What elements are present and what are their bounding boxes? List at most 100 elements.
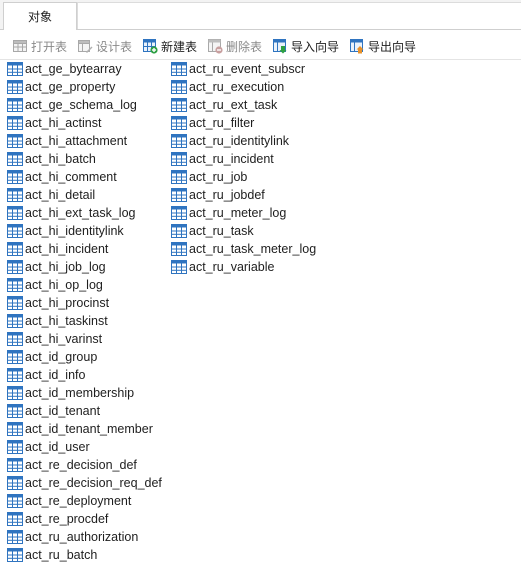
table-icon	[171, 206, 187, 220]
table-icon	[171, 62, 187, 76]
table-item[interactable]: act_re_decision_req_def	[7, 474, 162, 492]
table-icon	[7, 350, 23, 364]
table-item[interactable]: act_hi_batch	[7, 150, 162, 168]
table-item[interactable]: act_ru_task_meter_log	[171, 240, 316, 258]
new-table-button[interactable]: 新建表	[142, 37, 197, 55]
table-item-label: act_re_procdef	[25, 512, 109, 526]
table-item[interactable]: act_ge_bytearray	[7, 60, 162, 78]
table-item-label: act_hi_op_log	[25, 278, 103, 292]
table-item[interactable]: act_re_deployment	[7, 492, 162, 510]
table-item[interactable]: act_hi_comment	[7, 168, 162, 186]
table-item-label: act_ru_event_subscr	[189, 62, 306, 76]
table-item[interactable]: act_ru_event_subscr	[171, 60, 316, 78]
table-item-label: act_ru_ext_task	[189, 98, 278, 112]
table-item[interactable]: act_ru_variable	[171, 258, 316, 276]
design-table-label: 设计表	[96, 39, 133, 54]
table-item[interactable]: act_ru_job	[171, 168, 316, 186]
table-item[interactable]: act_ge_schema_log	[7, 96, 162, 114]
table-item-label: act_ru_identitylink	[189, 134, 290, 148]
table-item-label: act_hi_actinst	[25, 116, 102, 130]
table-icon	[171, 260, 187, 274]
table-item[interactable]: act_hi_actinst	[7, 114, 162, 132]
table-icon	[7, 224, 23, 238]
table-icon	[7, 80, 23, 94]
table-icon	[7, 206, 23, 220]
table-item[interactable]: act_ru_jobdef	[171, 186, 316, 204]
table-item[interactable]: act_ru_task	[171, 222, 316, 240]
design-table-button[interactable]: 设计表	[77, 37, 132, 55]
table-item[interactable]: act_hi_job_log	[7, 258, 162, 276]
delete-table-button[interactable]: 删除表	[207, 37, 262, 55]
table-item[interactable]: act_ru_batch	[7, 546, 162, 564]
table-item[interactable]: act_hi_attachment	[7, 132, 162, 150]
open-table-label: 打开表	[31, 39, 68, 54]
table-item[interactable]: act_hi_op_log	[7, 276, 162, 294]
table-item[interactable]: act_hi_detail	[7, 186, 162, 204]
new-table-label: 新建表	[161, 39, 198, 54]
table-item[interactable]: act_ru_incident	[171, 150, 316, 168]
table-icon	[7, 494, 23, 508]
table-list-column-2: act_ru_event_subscr act_ru_execution act…	[171, 60, 316, 276]
delete-table-icon	[208, 39, 223, 54]
table-icon	[7, 386, 23, 400]
table-icon	[171, 116, 187, 130]
table-item-label: act_hi_attachment	[25, 134, 128, 148]
table-icon	[7, 296, 23, 310]
import-wizard-button[interactable]: 导入向导	[272, 37, 339, 55]
table-icon	[171, 98, 187, 112]
table-item[interactable]: act_ru_meter_log	[171, 204, 316, 222]
table-item[interactable]: act_hi_taskinst	[7, 312, 162, 330]
tab-content-area	[77, 2, 521, 29]
table-icon	[171, 152, 187, 166]
export-wizard-button[interactable]: 导出向导	[349, 37, 416, 55]
table-item[interactable]: act_ru_authorization	[7, 528, 162, 546]
table-item[interactable]: act_ru_filter	[171, 114, 316, 132]
table-item-label: act_re_decision_def	[25, 458, 137, 472]
table-icon	[171, 242, 187, 256]
table-item-label: act_hi_varinst	[25, 332, 103, 346]
table-item[interactable]: act_id_tenant	[7, 402, 162, 420]
table-item[interactable]: act_id_tenant_member	[7, 420, 162, 438]
table-item-label: act_id_tenant_member	[25, 422, 153, 436]
export-wizard-icon	[350, 39, 364, 54]
table-item[interactable]: act_hi_varinst	[7, 330, 162, 348]
table-item[interactable]: act_re_procdef	[7, 510, 162, 528]
table-icon	[7, 134, 23, 148]
tab-objects[interactable]: 对象	[3, 2, 77, 30]
table-item-label: act_id_tenant	[25, 404, 101, 418]
table-item[interactable]: act_id_user	[7, 438, 162, 456]
table-item-label: act_re_deployment	[25, 494, 132, 508]
table-icon	[171, 80, 187, 94]
table-item-label: act_ge_bytearray	[25, 62, 122, 76]
table-item[interactable]: act_hi_identitylink	[7, 222, 162, 240]
table-icon	[171, 170, 187, 184]
table-item[interactable]: act_hi_ext_task_log	[7, 204, 162, 222]
table-item-label: act_ru_filter	[189, 116, 255, 130]
table-icon	[7, 62, 23, 76]
table-icon	[7, 188, 23, 202]
table-list: act_ge_bytearray act_ge_property act_ge_…	[0, 60, 521, 565]
open-table-button[interactable]: 打开表	[12, 37, 67, 55]
table-item[interactable]: act_id_group	[7, 348, 162, 366]
delete-table-label: 删除表	[226, 39, 263, 54]
table-icon	[7, 422, 23, 436]
object-toolbar: 打开表 设计表 新建表 删除表 导入向导 导出向导	[0, 30, 521, 60]
table-item[interactable]: act_id_info	[7, 366, 162, 384]
table-item-label: act_ge_property	[25, 80, 116, 94]
table-item[interactable]: act_hi_incident	[7, 240, 162, 258]
table-item[interactable]: act_ru_execution	[171, 78, 316, 96]
table-item[interactable]: act_hi_procinst	[7, 294, 162, 312]
import-wizard-label: 导入向导	[291, 39, 340, 54]
table-item-label: act_hi_identitylink	[25, 224, 124, 238]
table-item[interactable]: act_id_membership	[7, 384, 162, 402]
table-item[interactable]: act_re_decision_def	[7, 456, 162, 474]
table-item[interactable]: act_ru_ext_task	[171, 96, 316, 114]
table-icon	[7, 404, 23, 418]
design-table-icon	[78, 40, 93, 53]
table-item-label: act_id_group	[25, 350, 98, 364]
table-item-label: act_hi_comment	[25, 170, 117, 184]
table-item[interactable]: act_ru_identitylink	[171, 132, 316, 150]
table-icon	[7, 548, 23, 562]
table-item-label: act_hi_job_log	[25, 260, 106, 274]
table-item[interactable]: act_ge_property	[7, 78, 162, 96]
